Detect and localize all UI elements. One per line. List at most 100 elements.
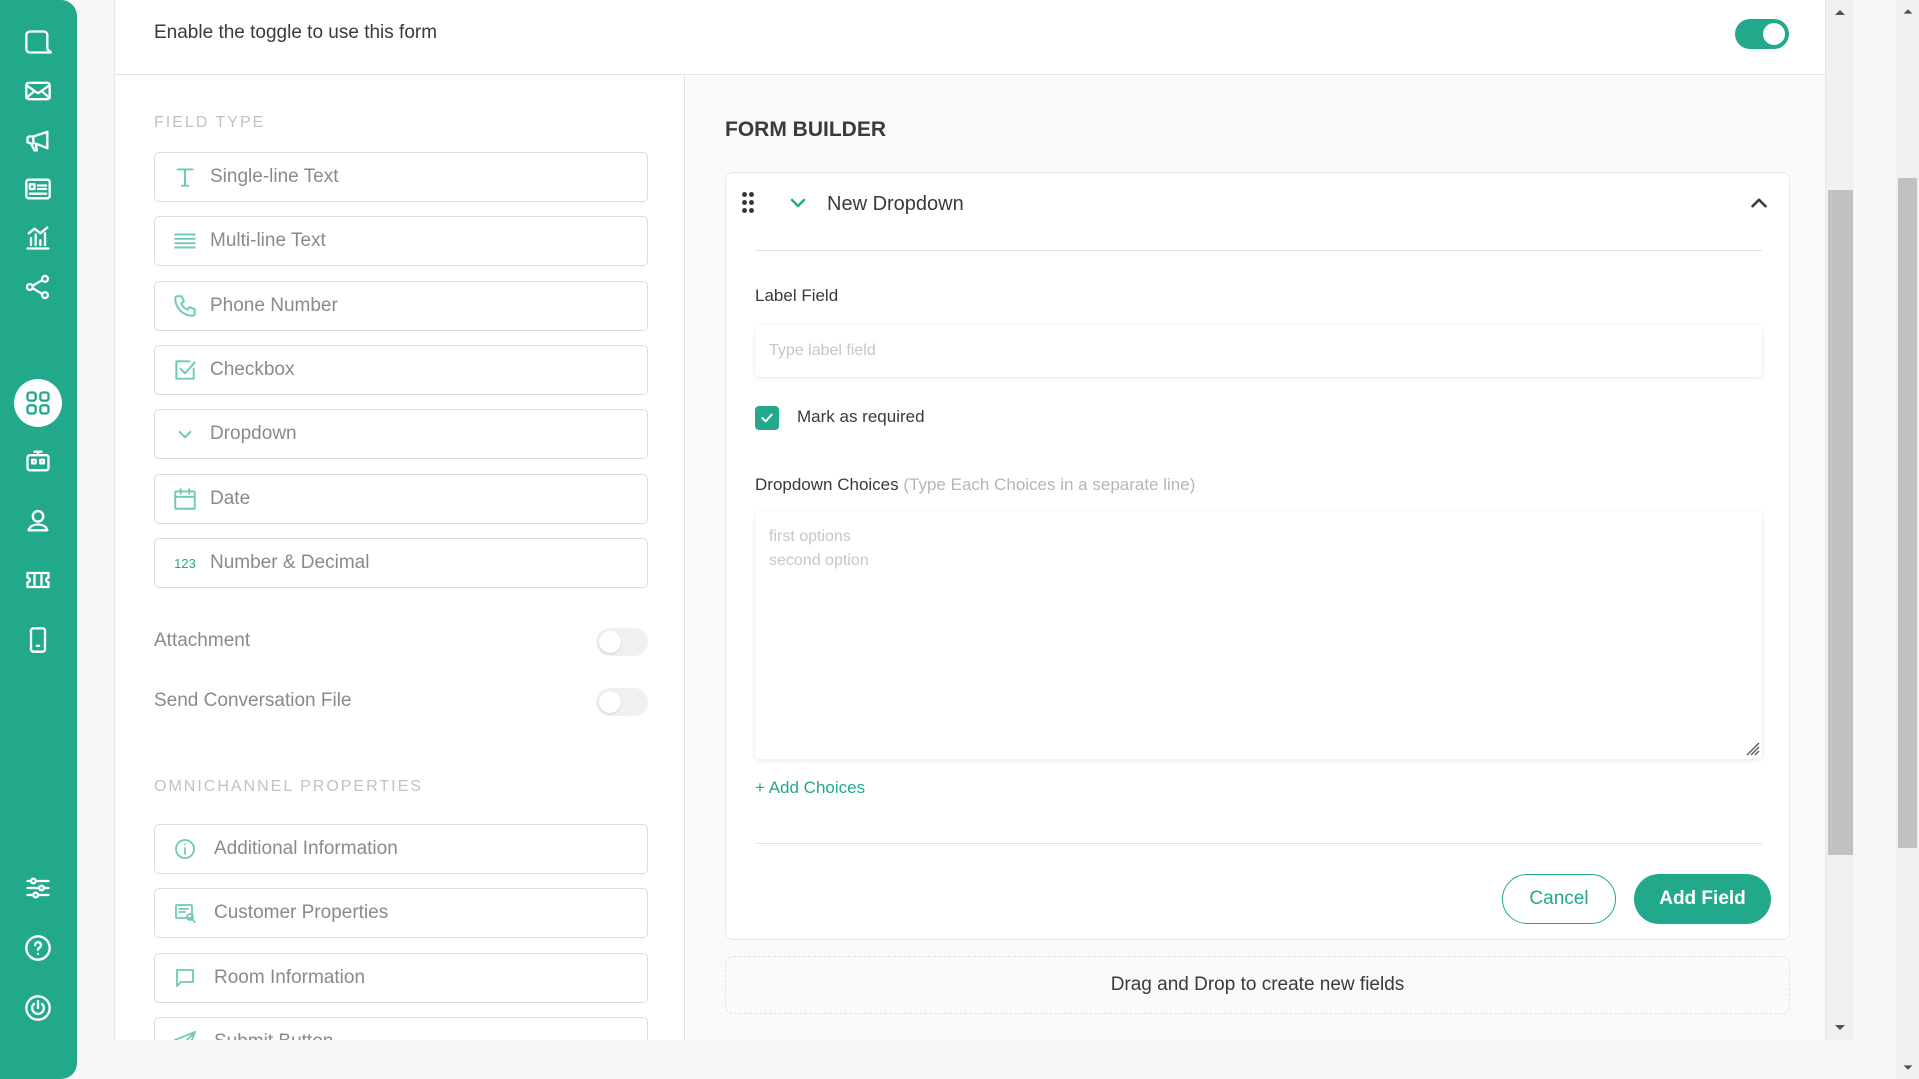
- field-editor-name: New Dropdown: [827, 193, 964, 215]
- field-type-label: Phone Number: [210, 295, 338, 316]
- chevron-down-icon: [786, 191, 810, 215]
- power-icon: [25, 995, 51, 1021]
- field-type-dropdown[interactable]: Dropdown: [154, 409, 648, 459]
- share-nodes-icon: [25, 274, 50, 300]
- field-editor-header: New Dropdown: [726, 173, 1791, 251]
- sidebar-item-bot[interactable]: [14, 437, 62, 485]
- chevron-down-icon: [169, 418, 201, 450]
- cancel-button[interactable]: Cancel: [1502, 874, 1616, 924]
- required-checkbox[interactable]: [755, 406, 779, 430]
- drop-zone[interactable]: Drag and Drop to create new fields: [725, 956, 1790, 1014]
- scroll-down-arrow-icon[interactable]: [1832, 1020, 1848, 1036]
- collapse-chevron-up-icon[interactable]: [1746, 190, 1772, 216]
- toggle-knob: [599, 691, 621, 713]
- sidebar-item-tickets[interactable]: [14, 556, 62, 604]
- text-t-icon: [169, 161, 201, 193]
- resize-grip-icon[interactable]: [1744, 740, 1760, 756]
- field-editor-card: New Dropdown Label Field Mark as require…: [725, 172, 1790, 940]
- dropdown-choices-textarea[interactable]: [755, 511, 1762, 759]
- sidebar-item-mail[interactable]: [14, 67, 62, 115]
- field-type-label: Multi-line Text: [210, 230, 326, 251]
- bot-icon: [26, 450, 50, 472]
- chat-bubble-icon: [169, 962, 201, 994]
- page-scroll-down-arrow-icon[interactable]: [1901, 1061, 1915, 1075]
- form-enable-toggle[interactable]: [1735, 19, 1789, 49]
- omni-submit-button[interactable]: Submit Button: [154, 1017, 648, 1040]
- sidebar-item-agents[interactable]: [14, 497, 62, 545]
- check-icon: [761, 413, 773, 423]
- ticket-icon: [26, 571, 50, 589]
- customer-card-icon: [169, 897, 201, 929]
- chat-icon: [25, 30, 52, 54]
- dropdown-choices-hint: (Type Each Choices in a separate line): [903, 475, 1196, 494]
- field-type-number-decimal[interactable]: 123 Number & Decimal: [154, 538, 648, 588]
- mail-icon: [25, 81, 51, 101]
- add-choices-link[interactable]: + Add Choices: [755, 778, 865, 798]
- omni-label: Additional Information: [214, 838, 398, 859]
- omni-label: Room Information: [214, 967, 366, 988]
- dropdown-choices-title: Dropdown Choices: [755, 475, 899, 494]
- add-field-button[interactable]: Add Field: [1634, 874, 1771, 924]
- sidebar-item-analytics[interactable]: [14, 214, 62, 262]
- sidebar-item-broadcast[interactable]: [14, 116, 62, 164]
- toggle-knob: [1763, 23, 1785, 45]
- field-type-label: Date: [210, 488, 251, 509]
- attachment-toggle[interactable]: [596, 628, 648, 656]
- attachment-row: Attachment: [154, 626, 648, 656]
- send-conversation-file-row: Send Conversation File: [154, 686, 648, 716]
- contact-card-icon: [25, 178, 51, 200]
- omni-label: Submit Button: [214, 1031, 333, 1040]
- sidebar-item-apps[interactable]: [14, 379, 62, 427]
- field-type-checkbox[interactable]: Checkbox: [154, 345, 648, 395]
- dropdown-choices-label: Dropdown Choices (Type Each Choices in a…: [755, 475, 1195, 495]
- send-icon: [169, 1026, 201, 1040]
- field-type-label: Checkbox: [210, 359, 295, 380]
- sidebar-item-contacts[interactable]: [14, 165, 62, 213]
- omni-room-information[interactable]: Room Information: [154, 953, 648, 1003]
- sidebar-item-logout[interactable]: [14, 984, 62, 1032]
- field-type-multi-line-text[interactable]: Multi-line Text: [154, 216, 648, 266]
- settings-sliders-icon: [26, 877, 50, 899]
- divider: [755, 843, 1762, 844]
- required-label: Mark as required: [797, 407, 925, 426]
- mobile-icon: [29, 627, 47, 653]
- numbers-icon: 123: [174, 555, 196, 571]
- panel-scroll-thumb[interactable]: [1828, 190, 1853, 855]
- field-type-date[interactable]: Date: [154, 474, 648, 524]
- calendar-icon: [169, 483, 201, 515]
- analytics-icon: [26, 226, 50, 250]
- form-builder-title: FORM BUILDER: [725, 118, 886, 141]
- label-field-input[interactable]: [755, 325, 1762, 377]
- megaphone-icon: [26, 130, 49, 152]
- field-type-label: Single-line Text: [210, 166, 339, 187]
- page-scroll-thumb[interactable]: [1898, 178, 1917, 848]
- sidebar: [0, 0, 77, 1079]
- sidebar-item-chat[interactable]: [14, 18, 62, 66]
- attachment-label: Attachment: [154, 630, 251, 651]
- sidebar-item-integrations[interactable]: [14, 263, 62, 311]
- phone-icon: [169, 290, 201, 322]
- omni-additional-information[interactable]: Additional Information: [154, 824, 648, 874]
- help-icon: [25, 935, 51, 961]
- omnichannel-title: OMNICHANNEL PROPERTIES: [154, 778, 423, 795]
- sidebar-item-help[interactable]: [14, 924, 62, 972]
- field-type-single-line-text[interactable]: Single-line Text: [154, 152, 648, 202]
- send-conversation-file-toggle[interactable]: [596, 688, 648, 716]
- user-icon: [27, 509, 49, 532]
- sidebar-item-settings[interactable]: [14, 864, 62, 912]
- page-scroll-up-arrow-icon[interactable]: [1901, 4, 1915, 18]
- field-type-label: Dropdown: [210, 423, 297, 444]
- omni-customer-properties[interactable]: Customer Properties: [154, 888, 648, 938]
- apps-grid-icon: [26, 391, 50, 415]
- main-panel: Enable the toggle to use this form FIELD…: [114, 0, 1826, 1040]
- form-enable-bar: Enable the toggle to use this form: [115, 0, 1825, 75]
- form-builder: FORM BUILDER New Dropdown Label Field Ty…: [686, 75, 1825, 1040]
- field-type-phone-number[interactable]: Phone Number: [154, 281, 648, 331]
- app-root: Enable the toggle to use this form FIELD…: [0, 0, 1919, 1079]
- checkbox-icon: [169, 354, 201, 386]
- divider: [755, 250, 1762, 251]
- form-enable-label: Enable the toggle to use this form: [154, 22, 438, 43]
- drag-handle-icon[interactable]: [742, 192, 754, 214]
- sidebar-item-mobile[interactable]: [14, 616, 62, 664]
- scroll-up-arrow-icon[interactable]: [1832, 4, 1848, 20]
